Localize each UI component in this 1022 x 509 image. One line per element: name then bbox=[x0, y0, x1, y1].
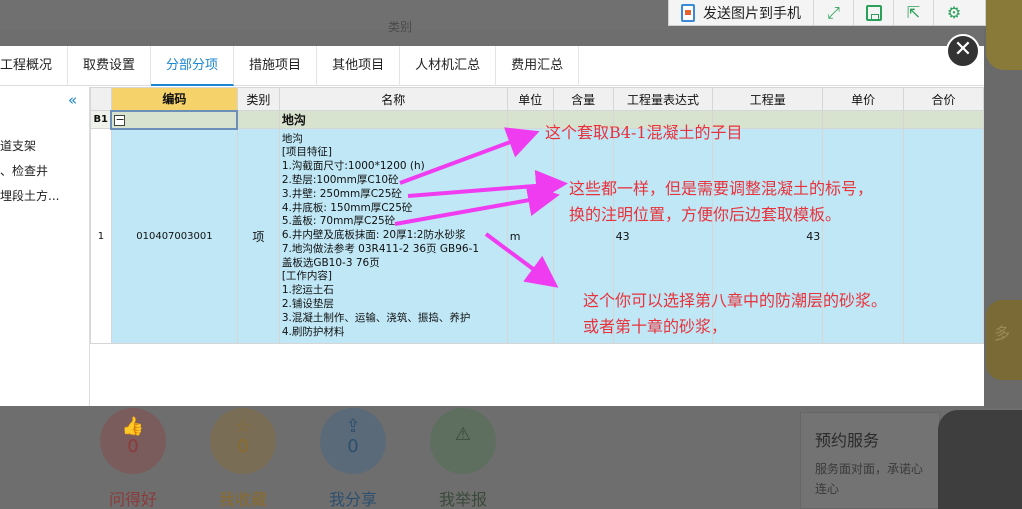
close-icon[interactable]: ✕ bbox=[946, 34, 980, 68]
good-question-count: 0 bbox=[127, 436, 139, 457]
action-favorite[interactable]: ☆ 0 我收藏 bbox=[208, 408, 278, 509]
export-button[interactable]: ⇱ bbox=[894, 0, 934, 25]
header-unit[interactable]: 单位 bbox=[506, 87, 554, 111]
settings-button[interactable]: ⚙ bbox=[934, 0, 974, 25]
settings-icon: ⚙ bbox=[946, 3, 962, 22]
booking-service-card[interactable]: 预约服务 服务面对面，承诺心连心 bbox=[800, 412, 940, 509]
phone-icon bbox=[681, 3, 695, 22]
item-unit-cell[interactable]: m bbox=[506, 128, 554, 344]
expand-button[interactable]: ⤢ bbox=[814, 0, 854, 25]
tab-bar: 工程概况 取费设置 分部分项 措施项目 其他项目 人材机汇总 费用汇总 bbox=[0, 46, 984, 86]
sidebar-item-pipe-support[interactable]: 道支架 bbox=[0, 137, 36, 154]
tree-sidebar: « 道支架 、检查井 埋段土方... bbox=[0, 87, 90, 406]
annotation-mortar: 这个你可以选择第八章中的防潮层的砂浆。 或者第十章的砂浆， bbox=[583, 291, 888, 336]
description-line: 4.井底板: 150mm厚C25砼 bbox=[281, 201, 413, 214]
tab-other-items[interactable]: 其他项目 bbox=[317, 46, 401, 86]
table-header-row: 编码 类别 名称 单位 含量 工程量表达式 工程量 单价 合价 bbox=[90, 87, 984, 111]
share-icon: ⇪ bbox=[345, 416, 361, 437]
header-quantity-expression[interactable]: 工程量表达式 bbox=[612, 87, 714, 111]
sidebar-item-buried-earthwork[interactable]: 埋段土方... bbox=[0, 187, 59, 204]
action-report[interactable]: ⚠ 我举报 bbox=[428, 408, 498, 509]
description-line: 3.井壁: 250mm厚C25砼 bbox=[281, 187, 402, 200]
group-type-cell[interactable] bbox=[236, 110, 280, 129]
booking-service-title: 预约服务 bbox=[815, 431, 880, 450]
header-quantity[interactable]: 工程量 bbox=[712, 87, 824, 111]
booking-service-description: 服务面对面，承诺心连心 bbox=[815, 462, 924, 496]
row-label: B1 bbox=[90, 110, 112, 129]
save-button[interactable] bbox=[854, 0, 894, 25]
send-to-phone-button[interactable]: 发送图片到手机 bbox=[669, 0, 814, 25]
expand-icon: ⤢ bbox=[827, 2, 840, 22]
send-to-phone-label: 发送图片到手机 bbox=[703, 5, 801, 22]
mascot-text: 多 bbox=[994, 324, 1011, 343]
favorite-label: 我收藏 bbox=[218, 490, 267, 509]
save-icon bbox=[865, 4, 882, 21]
tab-measures[interactable]: 措施项目 bbox=[234, 46, 318, 86]
description-line: [项目特征] bbox=[281, 146, 333, 159]
header-total-price[interactable]: 合价 bbox=[903, 87, 984, 111]
background-column-label: 类别 bbox=[388, 20, 413, 34]
share-count: 0 bbox=[347, 436, 359, 457]
mascot-image-top bbox=[986, 0, 1022, 70]
item-name-cell[interactable]: 地沟 [项目特征] 1.沟截面尺寸:1000*1200 (h) 2.垫层:100mm厚… bbox=[278, 128, 508, 344]
row-label: 1 bbox=[90, 128, 112, 344]
description-line: 4.刷防护材料 bbox=[281, 325, 345, 338]
group-code-cell[interactable]: − bbox=[110, 109, 239, 130]
favorite-count: 0 bbox=[237, 436, 249, 457]
collapse-sidebar-icon[interactable]: « bbox=[68, 91, 77, 109]
description-line: 地沟 bbox=[281, 132, 303, 145]
description-line: 2.垫层:100mm厚C10砼 bbox=[281, 173, 399, 186]
header-name[interactable]: 名称 bbox=[278, 87, 508, 111]
item-description: 地沟 [项目特征] 1.沟截面尺寸:1000*1200 (h) 2.垫层:100mm厚… bbox=[282, 131, 505, 342]
group-name-cell[interactable]: 地沟 bbox=[278, 110, 508, 129]
tab-labor-material-summary[interactable]: 人材机汇总 bbox=[400, 46, 497, 86]
action-share[interactable]: ⇪ 0 我分享 bbox=[318, 408, 388, 509]
good-question-label: 问得好 bbox=[108, 490, 157, 509]
description-line: 2.铺设垫层 bbox=[281, 298, 334, 311]
tab-cost-summary[interactable]: 费用汇总 bbox=[496, 46, 580, 86]
phone-toolbar: 发送图片到手机 ⤢ ⇱ ⚙ bbox=[668, 0, 986, 26]
tab-project-overview[interactable]: 工程概况 bbox=[0, 46, 69, 86]
description-line: 1.挖运土石 bbox=[281, 284, 334, 297]
tab-subitems[interactable]: 分部分项 bbox=[151, 46, 235, 86]
description-line: 3.混凝土制作、运输、浇筑、振捣、养护 bbox=[281, 311, 471, 324]
item-total-price-cell[interactable] bbox=[903, 128, 984, 344]
share-label: 我分享 bbox=[328, 490, 377, 509]
description-line: [工作内容] bbox=[281, 270, 333, 283]
table-row-group[interactable]: B1 − 地沟 bbox=[90, 109, 984, 130]
star-icon: ☆ bbox=[234, 416, 252, 437]
group-price-cell[interactable] bbox=[822, 110, 905, 129]
description-line: 7.地沟做法参考 03R411-2 36页 GB96-1 bbox=[281, 242, 480, 255]
annotation-concrete-grade: 这些都一样，但是需要调整混凝土的标号， 换的注明位置，方便你后边套取模板。 bbox=[569, 179, 874, 224]
thumbs-up-icon: 👍 bbox=[121, 416, 145, 437]
description-line: 5.盖板: 70mm厚C25砼 bbox=[281, 215, 396, 228]
tab-fee-settings[interactable]: 取费设置 bbox=[68, 46, 152, 86]
header-unit-price[interactable]: 单价 bbox=[822, 87, 905, 111]
item-type-cell[interactable]: 项 bbox=[236, 128, 280, 344]
description-line: 6.井内壁及底板抹面: 20厚1:2防水砂浆 bbox=[281, 229, 466, 242]
header-content[interactable]: 含量 bbox=[552, 87, 614, 111]
description-line: 1.沟截面尺寸:1000*1200 (h) bbox=[281, 160, 425, 173]
description-line: 盖板选GB10-3 76页 bbox=[281, 256, 380, 269]
action-good-question[interactable]: 👍 0 问得好 bbox=[98, 408, 168, 509]
mascot-image-middle: 多 bbox=[986, 300, 1022, 380]
item-code-cell[interactable]: 010407003001 bbox=[110, 128, 238, 344]
header-corner bbox=[90, 87, 112, 111]
header-code[interactable]: 编码 bbox=[110, 87, 238, 111]
annotation-concrete-item: 这个套取B4-1混凝土的子目 bbox=[545, 123, 743, 142]
export-icon: ⇱ bbox=[906, 3, 921, 22]
header-type[interactable]: 类别 bbox=[236, 87, 280, 111]
report-label: 我举报 bbox=[438, 490, 487, 509]
sidebar-item-inspection-well[interactable]: 、检查井 bbox=[0, 162, 48, 179]
group-total-cell[interactable] bbox=[903, 110, 984, 129]
background-header-strip bbox=[0, 0, 670, 30]
person-image bbox=[938, 410, 1022, 509]
warning-icon: ⚠ bbox=[454, 424, 472, 445]
collapse-group-icon[interactable]: − bbox=[114, 114, 126, 126]
